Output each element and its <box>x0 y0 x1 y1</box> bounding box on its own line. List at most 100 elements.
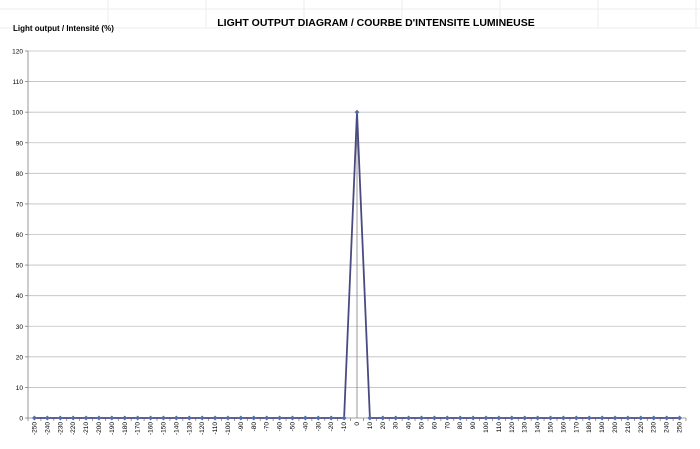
x-tick-label: -100 <box>225 422 232 435</box>
x-tick-label: -170 <box>135 422 142 435</box>
x-tick-label: -180 <box>122 422 129 435</box>
x-tick-label: -160 <box>148 422 155 435</box>
data-point <box>135 415 141 421</box>
x-tick-label: -10 <box>341 422 348 432</box>
x-tick-label: -140 <box>173 422 180 435</box>
data-point <box>83 415 89 421</box>
x-tick-label: 240 <box>664 422 671 433</box>
x-tick-label: 160 <box>560 422 567 433</box>
data-point <box>380 415 386 421</box>
y-tick-label: 120 <box>12 49 23 56</box>
y-tick-label: 90 <box>16 140 24 147</box>
data-point <box>547 415 554 421</box>
x-tick-label: 10 <box>367 422 374 430</box>
data-point <box>586 415 592 421</box>
data-point <box>664 415 670 421</box>
x-tick-label: -20 <box>328 422 335 432</box>
data-point <box>186 415 192 421</box>
y-tick-label: 80 <box>16 171 24 178</box>
x-tick-label: 80 <box>457 422 464 430</box>
data-point <box>122 415 128 421</box>
data-point <box>328 415 334 421</box>
data-point <box>393 415 399 421</box>
data-point <box>431 415 437 421</box>
x-tick-label: 190 <box>599 422 606 433</box>
x-tick-label: -250 <box>31 422 38 435</box>
data-point <box>109 415 115 421</box>
x-tick-label: 110 <box>496 422 503 433</box>
x-tick-label: 200 <box>612 422 619 433</box>
x-tick-label: 220 <box>638 422 645 433</box>
x-tick-label: -230 <box>57 422 64 435</box>
data-point <box>96 415 102 421</box>
data-point <box>599 415 605 421</box>
x-tick-label: 150 <box>548 422 555 433</box>
x-tick-label: -80 <box>251 422 258 432</box>
data-point <box>522 415 528 421</box>
data-point <box>212 415 218 421</box>
y-tick-label: 20 <box>16 354 24 361</box>
y-tick-label: 40 <box>16 293 24 300</box>
y-tick-label: 70 <box>16 201 24 208</box>
x-tick-label: -120 <box>199 422 206 435</box>
x-tick-label: -150 <box>160 422 167 435</box>
data-point <box>315 415 321 421</box>
x-tick-label: -240 <box>44 422 51 435</box>
data-point <box>573 415 579 421</box>
x-tick-label: -30 <box>315 422 322 432</box>
data-point <box>625 415 631 421</box>
x-tick-label: 230 <box>651 422 658 433</box>
x-tick-label: -60 <box>277 422 284 432</box>
data-point <box>57 415 63 421</box>
x-tick-label: -190 <box>109 422 116 435</box>
x-tick-label: 30 <box>393 422 400 430</box>
x-tick-label: -50 <box>289 422 296 432</box>
y-tick-label: 50 <box>16 263 24 270</box>
data-point <box>225 415 231 421</box>
data-point <box>199 415 205 421</box>
data-point <box>560 415 566 421</box>
data-point <box>612 415 618 421</box>
x-tick-label: -40 <box>302 422 309 432</box>
x-tick-label: -210 <box>83 422 90 435</box>
data-point <box>160 415 167 421</box>
data-point <box>418 415 425 421</box>
x-tick-label: -110 <box>212 422 219 435</box>
data-point <box>367 415 373 421</box>
data-point <box>406 415 412 421</box>
data-point <box>496 415 502 421</box>
data-point <box>31 415 38 421</box>
y-tick-label: 60 <box>16 232 24 239</box>
data-point <box>289 415 296 421</box>
data-point <box>148 415 154 421</box>
x-tick-label: -200 <box>96 422 103 435</box>
data-point <box>638 415 644 421</box>
y-tick-label: 0 <box>19 416 23 423</box>
data-point <box>483 415 489 421</box>
x-tick-label: 0 <box>354 422 361 426</box>
line-chart: 0 10 20 30 40 50 60 70 80 90 100 110 120 -250 -240 -230… <box>12 49 687 435</box>
x-tick-label: -220 <box>70 422 77 435</box>
x-tick-label: 180 <box>586 422 593 433</box>
x-tick-label: 100 <box>483 422 490 433</box>
x-tick-label: 250 <box>677 422 684 433</box>
x-tick-label: 130 <box>522 422 529 433</box>
x-tick-label: 170 <box>573 422 580 433</box>
x-tick-label: 40 <box>406 422 413 430</box>
data-point <box>509 415 515 421</box>
x-tick-label: 120 <box>509 422 516 433</box>
x-tick-label: 210 <box>625 422 632 433</box>
data-point <box>535 415 541 421</box>
data-point <box>444 415 450 421</box>
data-point <box>676 415 683 421</box>
x-tick-label: -70 <box>264 422 271 432</box>
data-point <box>44 415 50 421</box>
data-point <box>470 415 476 421</box>
y-tick-label: 110 <box>13 79 24 86</box>
y-tick-label: 30 <box>16 324 24 331</box>
data-point <box>251 415 257 421</box>
data-point <box>277 415 283 421</box>
x-tick-label: 70 <box>444 422 451 430</box>
x-tick-label: 50 <box>419 422 426 430</box>
x-tick-label: 140 <box>535 422 542 433</box>
